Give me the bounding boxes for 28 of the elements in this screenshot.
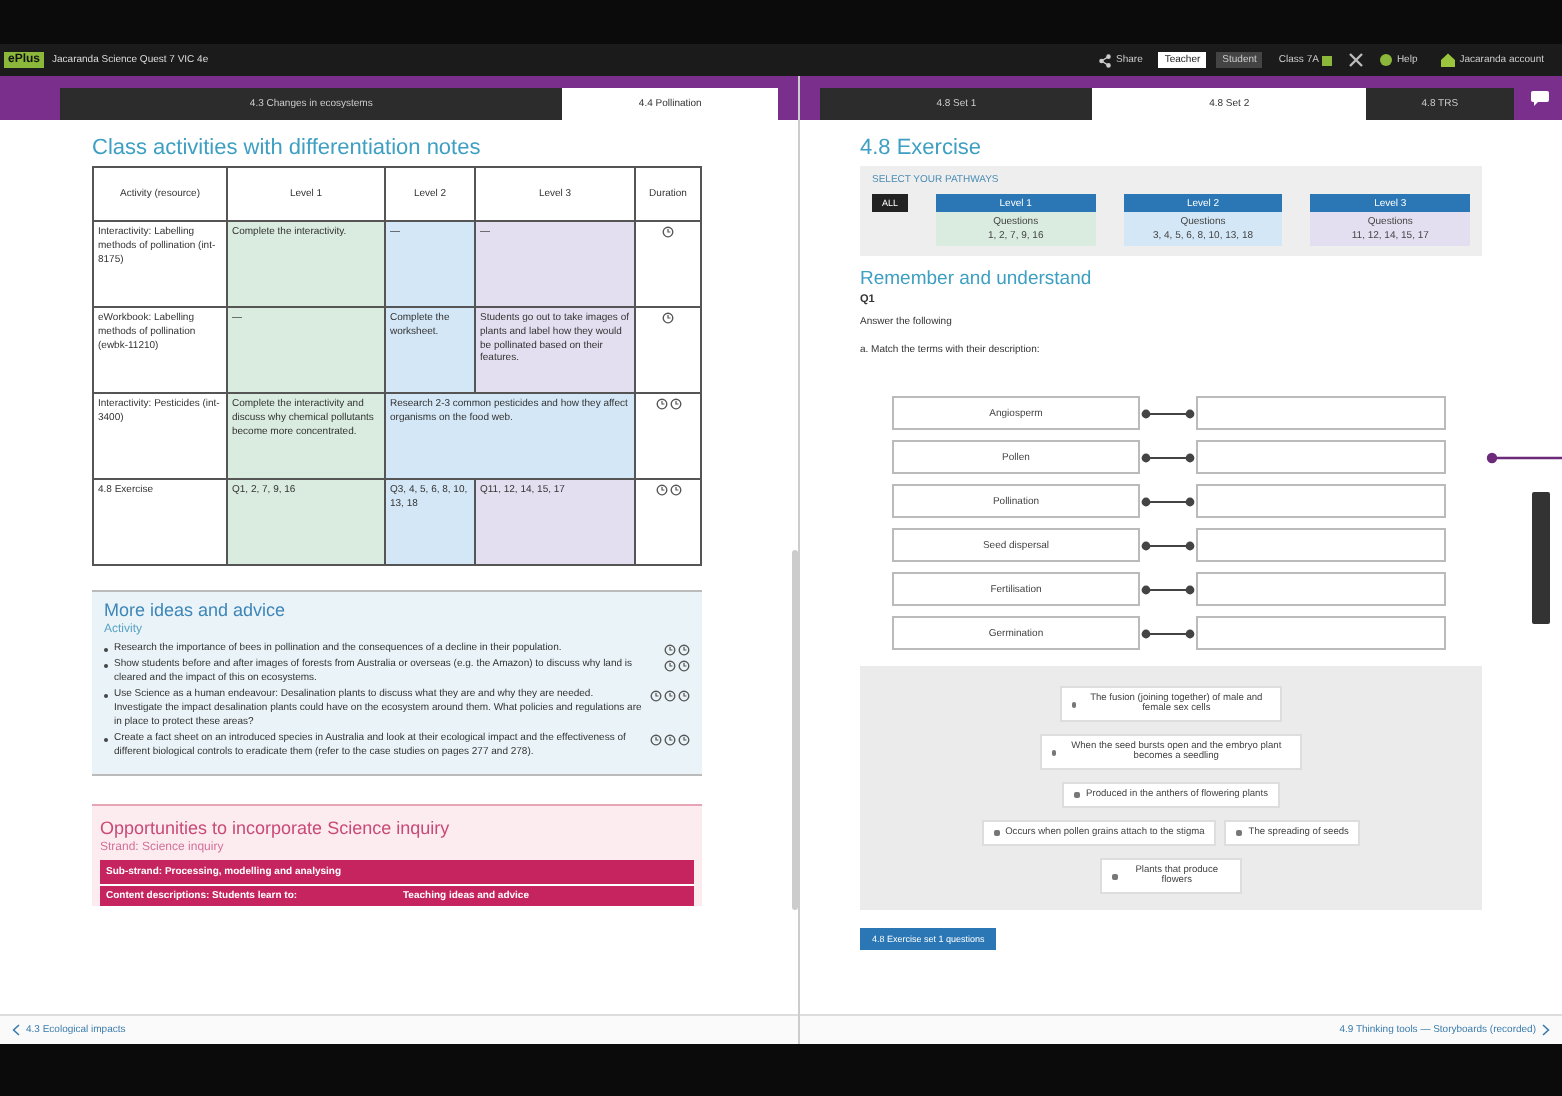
answer-box[interactable] xyxy=(1196,484,1446,518)
chevron-left-icon[interactable] xyxy=(12,1024,20,1036)
answer-box[interactable] xyxy=(1196,440,1446,474)
close-icon[interactable] xyxy=(1348,52,1365,68)
exercise-heading: 4.8 Exercise xyxy=(860,136,984,160)
clock-icon xyxy=(662,312,674,324)
answer-box[interactable] xyxy=(1196,396,1446,430)
leader-line xyxy=(1486,452,1562,464)
clock-icon xyxy=(662,226,674,238)
scrollbar[interactable] xyxy=(792,550,798,910)
share-icon xyxy=(1098,53,1113,67)
section-heading: Class activities with differentiation notes xyxy=(92,136,483,160)
connector-line xyxy=(1140,583,1196,595)
connector-line xyxy=(1140,495,1196,507)
connector-line xyxy=(1140,407,1196,419)
chevron-right-icon[interactable] xyxy=(1542,1024,1550,1036)
answer-box[interactable] xyxy=(1196,616,1446,650)
answer-box[interactable] xyxy=(1196,572,1446,606)
connector-line xyxy=(1140,451,1196,463)
connector-line xyxy=(1140,539,1196,551)
section-heading: Remember and understand xyxy=(860,268,1094,290)
answer-box[interactable] xyxy=(1196,528,1446,562)
inquiry-heading: Opportunities to incorporate Science inquiry xyxy=(100,818,452,838)
chat-icon[interactable] xyxy=(1530,90,1550,106)
connector-line xyxy=(1140,627,1196,639)
ideas-heading: More ideas and advice xyxy=(104,600,288,620)
home-icon xyxy=(1439,52,1456,68)
side-handle[interactable] xyxy=(1532,492,1550,624)
